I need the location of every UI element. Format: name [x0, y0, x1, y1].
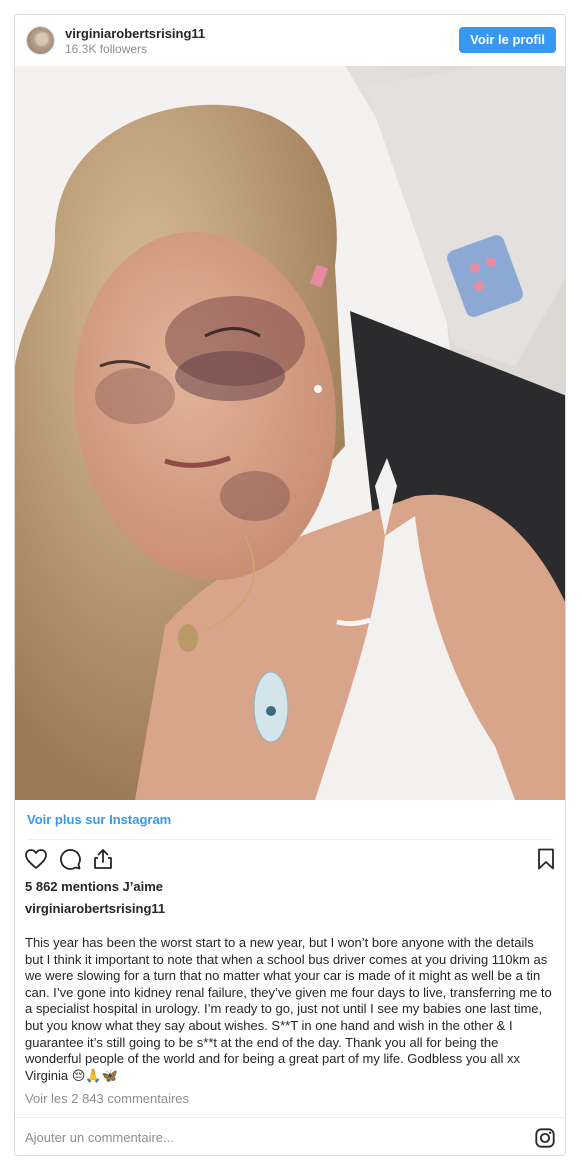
instagram-logo-icon[interactable]	[534, 1127, 556, 1149]
comment-button[interactable]	[58, 847, 84, 873]
photo-image	[15, 66, 565, 800]
follower-count: 16.3K followers	[65, 42, 148, 56]
avatar[interactable]	[26, 26, 55, 55]
comment-bar: Ajouter un commentaire...	[15, 1117, 565, 1155]
caption-username[interactable]: virginiarobertsrising11	[25, 901, 165, 916]
save-button[interactable]	[534, 847, 560, 873]
like-count[interactable]: 5 862 mentions J’aime	[25, 879, 163, 894]
heart-icon	[25, 849, 47, 869]
post-photo[interactable]	[15, 66, 565, 800]
view-profile-button[interactable]: Voir le profil	[459, 27, 556, 53]
view-more-instagram-link[interactable]: Voir plus sur Instagram	[27, 812, 171, 827]
share-button[interactable]	[91, 847, 117, 873]
post-caption: This year has been the worst start to a …	[25, 935, 552, 1083]
divider	[27, 839, 553, 840]
instagram-embed-card: virginiarobertsrising11 16.3K followers …	[14, 14, 566, 1156]
username[interactable]: virginiarobertsrising11	[65, 26, 205, 41]
comment-icon	[60, 849, 81, 870]
share-icon	[94, 849, 112, 869]
post-header: virginiarobertsrising11 16.3K followers …	[15, 15, 565, 67]
add-comment-input[interactable]: Ajouter un commentaire...	[25, 1130, 174, 1145]
bookmark-icon	[538, 848, 554, 870]
instagram-glyph	[535, 1128, 555, 1148]
like-button[interactable]	[24, 847, 50, 873]
view-comments-link[interactable]: Voir les 2 843 commentaires	[25, 1091, 189, 1106]
